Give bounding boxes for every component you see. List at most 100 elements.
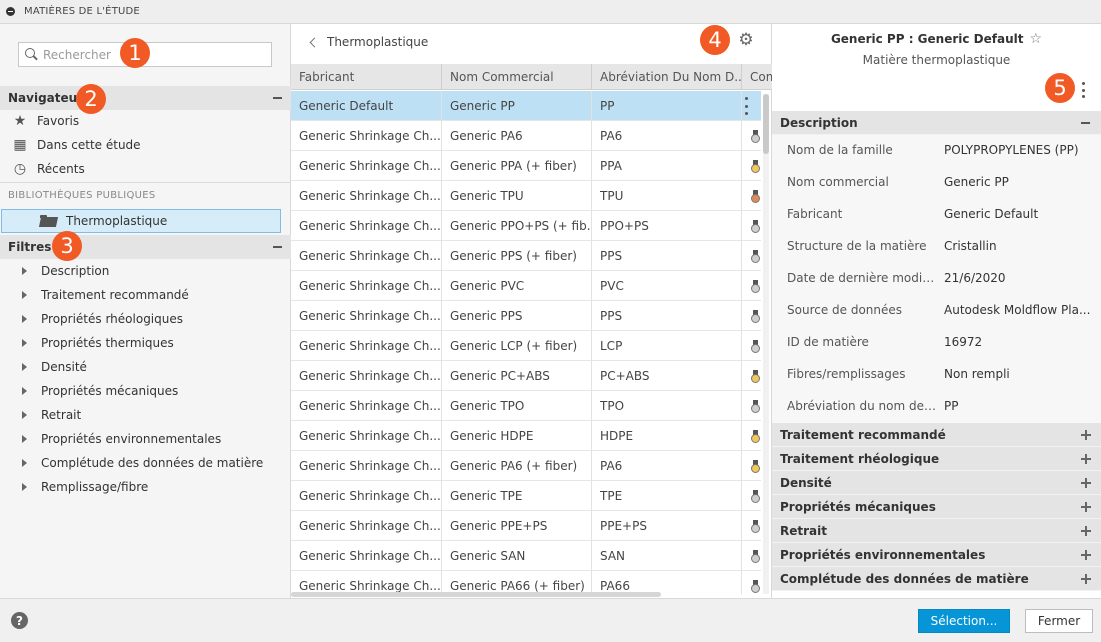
table-row[interactable]: Generic Shrinkage Ch... Generic PPS PPS [291, 301, 761, 331]
table-row[interactable]: Generic Shrinkage Ch... Generic PPS (+ fi… [291, 241, 761, 271]
table-row[interactable]: Generic Shrinkage Ch... Generic PVC PVC [291, 271, 761, 301]
section-title: Complétude des données de matière [780, 571, 1029, 586]
details-section[interactable]: Traitement rhéologique [772, 447, 1101, 471]
filter-item[interactable]: Description [22, 261, 109, 281]
property-row: Nom de la famille POLYPROPYLENES (PP) [772, 135, 1101, 167]
cell-nom-commercial: Generic SAN [442, 541, 592, 571]
details-section[interactable]: Densité [772, 471, 1101, 495]
table-row[interactable]: Generic Shrinkage Ch... Generic PC+ABS PC+… [291, 361, 761, 391]
details-section-description[interactable]: Description [772, 111, 1101, 135]
gold-medal-icon [751, 370, 760, 384]
chevron-left-icon[interactable] [309, 37, 320, 47]
column-header-nom-commercial[interactable]: Nom Commercial [442, 64, 592, 90]
star-outline-icon[interactable]: ☆ [1029, 31, 1042, 47]
cell-abreviation: LCP [592, 331, 742, 361]
navigator-title: Navigateur [8, 91, 84, 105]
folder-open-icon [40, 215, 57, 227]
breadcrumb[interactable]: Thermoplastique [309, 32, 428, 52]
table-row[interactable]: Generic Shrinkage Ch... Generic PA66 (+ f… [291, 571, 761, 594]
expand-plus-icon[interactable] [1081, 550, 1091, 560]
table-row[interactable]: Generic Shrinkage Ch... Generic SAN SAN [291, 541, 761, 571]
filter-item[interactable]: Densité [22, 357, 87, 377]
table-row[interactable]: Generic Shrinkage Ch... Generic TPU TPU [291, 181, 761, 211]
vertical-scrollbar[interactable] [763, 94, 769, 594]
collapse-icon[interactable] [273, 246, 282, 248]
chevron-right-icon[interactable] [22, 315, 27, 323]
filter-item[interactable]: Propriétés rhéologiques [22, 309, 183, 329]
gear-icon[interactable]: ⚙ [737, 31, 755, 49]
expand-plus-icon[interactable] [1081, 502, 1091, 512]
filter-item[interactable]: Propriétés thermiques [22, 333, 174, 353]
filter-item[interactable]: Traitement recommandé [22, 285, 189, 305]
filters-header[interactable]: Filtres [0, 235, 291, 259]
column-header-fabricant[interactable]: Fabricant [291, 64, 442, 90]
table-row[interactable]: Generic Shrinkage Ch... Generic TPE TPE [291, 481, 761, 511]
cell-nom-commercial: Generic TPO [442, 391, 592, 421]
nav-item-recents[interactable]: ◷ Récents [12, 159, 85, 179]
select-button[interactable]: Sélection... [918, 609, 1010, 633]
chevron-right-icon[interactable] [22, 411, 27, 419]
details-section[interactable]: Retrait [772, 519, 1101, 543]
details-section[interactable]: Propriétés environnementales [772, 543, 1101, 567]
expand-plus-icon[interactable] [1081, 454, 1091, 464]
table-row[interactable]: Generic Shrinkage Ch... Generic HDPE HDPE [291, 421, 761, 451]
details-section[interactable]: Complétude des données de matière [772, 567, 1101, 591]
filter-item-label: Propriétés thermiques [41, 336, 174, 350]
help-icon[interactable]: ? [11, 612, 28, 629]
silver-medal-icon [751, 280, 760, 294]
table-row[interactable]: Generic Shrinkage Ch... Generic PA6 PA6 [291, 121, 761, 151]
table-row[interactable]: Generic Shrinkage Ch... Generic LCP (+ fi… [291, 331, 761, 361]
filter-item-label: Retrait [41, 408, 82, 422]
filter-item[interactable]: Remplissage/fibre [22, 477, 148, 497]
chevron-right-icon[interactable] [22, 363, 27, 371]
expand-plus-icon[interactable] [1081, 430, 1091, 440]
horizontal-scrollbar[interactable] [291, 592, 661, 597]
callout-badge-5: 5 [1045, 73, 1075, 103]
collapse-circle-icon[interactable] [6, 7, 15, 16]
filter-item[interactable]: Propriétés mécaniques [22, 381, 178, 401]
expand-plus-icon[interactable] [1081, 526, 1091, 536]
property-label: Structure de la matière [787, 239, 927, 253]
expand-plus-icon[interactable] [1081, 478, 1091, 488]
cell-abreviation: PA6 [592, 121, 742, 151]
details-section[interactable]: Traitement recommandé [772, 423, 1101, 447]
chevron-right-icon[interactable] [22, 483, 27, 491]
table-row[interactable]: Generic Shrinkage Ch... Generic PA6 (+ fi… [291, 451, 761, 481]
chevron-right-icon[interactable] [22, 387, 27, 395]
more-options-icon[interactable] [1082, 82, 1086, 98]
property-row: ID de matière 16972 [772, 327, 1101, 359]
column-header-com[interactable]: Com [742, 64, 772, 90]
filter-item-label: Propriétés rhéologiques [41, 312, 183, 326]
chevron-right-icon[interactable] [22, 435, 27, 443]
table-row[interactable]: Generic Shrinkage Ch... Generic TPO TPO [291, 391, 761, 421]
property-value: 21/6/2020 [944, 271, 1006, 285]
silver-medal-icon [751, 220, 760, 234]
filter-item[interactable]: Complétude des données de matière [22, 453, 263, 473]
nav-item-dans-cette-etude[interactable]: ▦ Dans cette étude [12, 135, 140, 155]
collapse-icon[interactable] [273, 97, 282, 99]
table-row[interactable]: Generic Shrinkage Ch... Generic PPE+PS PPE… [291, 511, 761, 541]
chevron-right-icon[interactable] [22, 291, 27, 299]
close-button[interactable]: Fermer [1025, 609, 1093, 633]
cell-abreviation: PA6 [592, 451, 742, 481]
details-section[interactable]: Propriétés mécaniques [772, 495, 1101, 519]
table-row[interactable]: Generic Shrinkage Ch... Generic PPO+PS (+… [291, 211, 761, 241]
chevron-right-icon[interactable] [22, 459, 27, 467]
navigator-header[interactable]: Navigateur [0, 86, 291, 110]
chevron-right-icon[interactable] [22, 267, 27, 275]
table-row[interactable]: Generic Default Generic PP PP [291, 91, 761, 121]
filter-item[interactable]: Propriétés environnementales [22, 429, 221, 449]
cell-fabricant: Generic Shrinkage Ch... [291, 421, 442, 451]
chevron-right-icon[interactable] [22, 339, 27, 347]
table-row[interactable]: Generic Shrinkage Ch... Generic PPA (+ fi… [291, 151, 761, 181]
library-item-thermoplastique[interactable]: Thermoplastique [1, 209, 281, 233]
expand-plus-icon[interactable] [1081, 574, 1091, 584]
row-more-options-icon[interactable] [745, 97, 749, 115]
collapse-icon[interactable] [1081, 122, 1090, 124]
nav-item-favoris[interactable]: ★ Favoris [12, 111, 79, 131]
filter-item[interactable]: Retrait [22, 405, 81, 425]
property-label: Nom commercial [787, 175, 889, 189]
column-header-abreviation[interactable]: Abréviation Du Nom D... [592, 64, 742, 90]
scrollbar-thumb[interactable] [763, 94, 769, 154]
left-panel: Navigateur ★ Favoris ▦ Dans cette étude … [0, 24, 291, 598]
